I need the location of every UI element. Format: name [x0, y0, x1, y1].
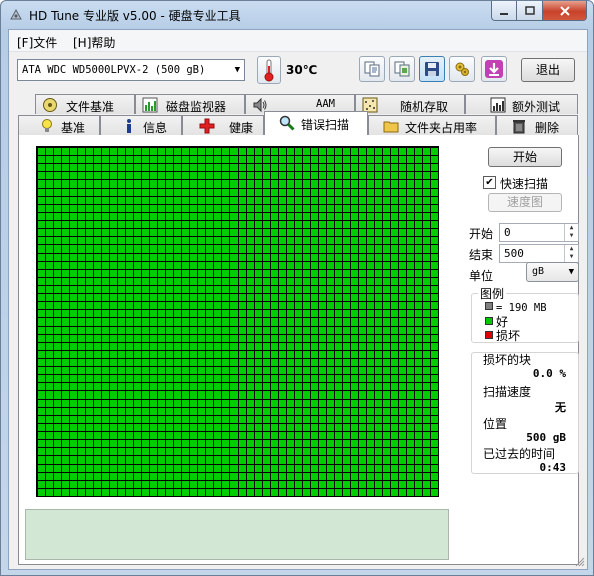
position-label: 位置 [483, 417, 508, 431]
good-swatch [485, 317, 493, 325]
temperature-value: 30℃ [286, 63, 318, 77]
tab-label: AAM [316, 98, 335, 110]
save-button[interactable] [419, 56, 445, 82]
start-position-value: 0 [504, 226, 511, 239]
start-position-label: 开始 [469, 227, 494, 241]
tab-label: 随机存取 [400, 100, 449, 114]
folder-icon [383, 118, 399, 134]
unit-select[interactable]: gB ▼ [526, 262, 579, 282]
chevron-down-icon: ▼ [568, 267, 574, 277]
tab-label: 错误扫描 [301, 118, 350, 132]
menu-help[interactable]: [H]帮助 [73, 34, 115, 51]
copy-screenshot-button[interactable] [389, 56, 415, 82]
download-button[interactable] [481, 56, 507, 82]
file-benchmark-icon [42, 97, 58, 113]
info-icon [121, 118, 137, 134]
block-swatch [485, 302, 493, 310]
close-icon [559, 5, 570, 16]
app-window: HD Tune 专业版 v5.00 - 硬盘专业工具 [F]文件 [H]帮助 A… [0, 0, 594, 576]
unit-select-value: gB [532, 266, 545, 277]
tab-folder-usage[interactable]: 文件夹占用率 [368, 115, 496, 135]
error-scan-panel: 开始 ✔ 快速扫描 速度图 开始 0 ▲ ▼ 结束 500 ▲ ▼ 单位 gB ▼ … [18, 135, 579, 565]
resize-grip-icon[interactable] [575, 557, 585, 567]
temperature-button[interactable] [257, 56, 281, 84]
tab-label: 额外测试 [512, 100, 561, 114]
end-position-value: 500 [504, 247, 524, 260]
menu-bar: [F]文件 [H]帮助 [9, 30, 587, 52]
client-area: [F]文件 [H]帮助 ATA WDC WD5000LPVX-2 (500 gB… [8, 29, 588, 570]
extra-tests-icon [490, 97, 506, 113]
drive-select[interactable]: ATA WDC WD5000LPVX-2 (500 gB) ▼ [17, 59, 245, 81]
elapsed-time-label: 已过去的时间 [483, 447, 556, 461]
quick-scan-label: 快速扫描 [500, 177, 549, 191]
thermometer-icon [264, 59, 274, 82]
spin-arrows-icon[interactable]: ▲ ▼ [564, 224, 578, 241]
magnifier-icon [279, 115, 295, 131]
bar-chart-icon [142, 97, 158, 113]
minimize-icon [500, 12, 508, 15]
app-icon[interactable] [9, 8, 23, 22]
copy-screenshot-icon [394, 61, 410, 77]
tab-label: 信息 [143, 121, 168, 135]
tab-label: 基准 [61, 121, 86, 135]
tab-random-access[interactable]: 随机存取 [355, 94, 465, 114]
tab-label: 磁盘监视器 [166, 100, 227, 114]
copy-icon [364, 61, 380, 77]
chevron-down-icon: ▼ [234, 65, 240, 75]
legend-bad-text: 损坏 [496, 329, 521, 343]
lightbulb-icon [39, 118, 55, 134]
tab-health[interactable]: 健康 [182, 115, 264, 135]
position-value: 500 gB [526, 431, 566, 444]
quick-scan-checkbox[interactable]: ✔ [483, 176, 496, 189]
unit-label: 单位 [469, 269, 494, 283]
title-bar[interactable]: HD Tune 专业版 v5.00 - 硬盘专业工具 [1, 1, 593, 29]
save-icon [425, 62, 439, 76]
download-icon [485, 60, 503, 78]
tab-benchmark[interactable]: 基准 [18, 115, 100, 135]
window-title: HD Tune 专业版 v5.00 - 硬盘专业工具 [29, 9, 241, 23]
trash-icon [511, 118, 527, 134]
legend-bad: 损坏 [485, 327, 520, 344]
health-cross-icon [199, 118, 215, 134]
tab-label: 删除 [535, 121, 560, 135]
maximize-button[interactable] [517, 1, 543, 21]
exit-button[interactable]: 退出 [521, 58, 575, 82]
scan-speed-value: 无 [555, 401, 566, 414]
tab-disk-monitor[interactable]: 磁盘监视器 [135, 94, 245, 114]
maximize-icon [524, 5, 535, 15]
start-position-input[interactable]: 0 ▲ ▼ [499, 223, 579, 242]
speed-map-button[interactable]: 速度图 [488, 193, 562, 212]
scan-speed-label: 扫描速度 [483, 385, 532, 399]
tab-extra-tests[interactable]: 额外测试 [465, 94, 578, 114]
copy-button[interactable] [359, 56, 385, 82]
start-scan-button[interactable]: 开始 [488, 147, 562, 167]
end-position-label: 结束 [469, 248, 494, 262]
options-button[interactable] [449, 56, 475, 82]
tab-error-scan[interactable]: 错误扫描 [264, 111, 368, 135]
bad-swatch [485, 331, 493, 339]
spin-arrows-icon[interactable]: ▲ ▼ [564, 245, 578, 262]
options-icon [455, 62, 469, 76]
log-area [25, 509, 449, 560]
elapsed-time-value: 0:43 [539, 461, 567, 474]
end-position-input[interactable]: 500 ▲ ▼ [499, 244, 579, 263]
good-blocks-fill [37, 147, 438, 496]
tab-label: 文件基准 [66, 100, 115, 114]
drive-select-value: ATA WDC WD5000LPVX-2 (500 gB) [22, 64, 206, 76]
close-button[interactable] [543, 1, 587, 21]
tab-label: 文件夹占用率 [405, 121, 478, 135]
tab-file-benchmark[interactable]: 文件基准 [35, 94, 135, 114]
toolbar: ATA WDC WD5000LPVX-2 (500 gB) ▼ 30℃ 退出 [9, 53, 587, 91]
check-icon: ✔ [485, 177, 494, 188]
damaged-blocks-label: 损坏的块 [483, 353, 532, 367]
damaged-blocks-value: 0.0 % [532, 367, 566, 380]
tab-label: 健康 [229, 121, 254, 135]
menu-file[interactable]: [F]文件 [17, 34, 57, 51]
block-map [36, 146, 439, 497]
minimize-button[interactable] [491, 1, 517, 21]
legend-block-size: = 190 MB [485, 300, 547, 314]
tab-erase[interactable]: 删除 [496, 115, 578, 135]
block-map-grid [37, 147, 438, 496]
tab-info[interactable]: 信息 [100, 115, 182, 135]
